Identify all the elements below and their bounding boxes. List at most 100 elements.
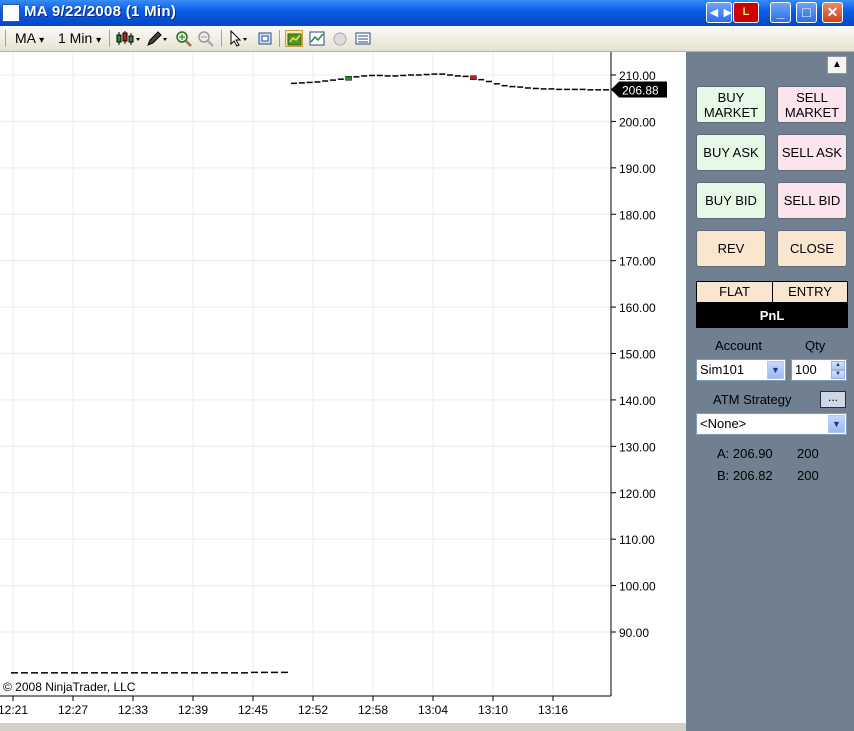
zoom-in-icon xyxy=(176,31,192,47)
up-candle xyxy=(345,75,352,81)
data-box-icon xyxy=(258,32,272,45)
chart-panel[interactable]: 210.00 200.00 190.00 180.00 170.00 160.00 150.… xyxy=(0,52,686,731)
x-tick-label: 12:27 xyxy=(58,703,88,717)
zoom-out-button[interactable] xyxy=(197,30,215,47)
chevron-down-icon: ▾ xyxy=(39,35,45,46)
bid-price: B: 206.82 xyxy=(717,468,773,483)
y-tick-label: 190.00 xyxy=(619,162,656,176)
horizontal-scrollbar xyxy=(0,723,686,731)
toolbar-separator xyxy=(221,30,222,47)
y-tick-label: 100.00 xyxy=(619,580,656,594)
x-tick-label: 13:16 xyxy=(538,703,568,717)
chevron-down-icon[interactable]: ▼ xyxy=(828,415,845,433)
y-tick-label: 120.00 xyxy=(619,487,656,501)
qty-value: 100 xyxy=(795,362,817,377)
drawing-tools-button[interactable] xyxy=(145,30,169,47)
cursor-mode-button[interactable] xyxy=(228,29,252,47)
properties-button[interactable] xyxy=(354,30,372,47)
crosshair-button[interactable] xyxy=(256,30,274,47)
indicators-button[interactable] xyxy=(308,30,326,47)
account-select[interactable]: Sim101 ▼ xyxy=(696,359,786,381)
account-label: Account xyxy=(715,338,762,353)
x-tick-label: 13:04 xyxy=(418,703,448,717)
pnl-display: PnL xyxy=(696,303,848,328)
instrument-selector[interactable]: MA ▾ xyxy=(15,29,44,48)
sell-market-button[interactable]: SELL MARKET xyxy=(777,86,847,123)
x-tick-label: 12:39 xyxy=(178,703,208,717)
toolbar-separator xyxy=(279,30,280,47)
strategy-icon xyxy=(333,32,347,46)
minimize-button[interactable]: _ xyxy=(770,2,791,23)
title-bar: MA 9/22/2008 (1 Min) ◄► L _ □ ✕ xyxy=(0,0,854,26)
close-button[interactable]: ✕ xyxy=(822,2,843,23)
spin-up-icon[interactable]: ▲ xyxy=(831,361,845,370)
link-nav-button[interactable]: ◄► xyxy=(706,2,735,23)
account-value: Sim101 xyxy=(700,362,745,377)
copyright-label: © 2008 NinjaTrader, LLC xyxy=(3,680,136,694)
y-tick-label: 110.00 xyxy=(619,533,655,547)
chart-toolbar: MA ▾ 1 Min ▾ xyxy=(0,26,854,52)
buy-ask-button[interactable]: BUY ASK xyxy=(696,134,766,171)
chart-app-icon xyxy=(2,4,20,22)
qty-label: Qty xyxy=(805,338,826,353)
y-tick-label: 160.00 xyxy=(619,301,656,315)
reverse-button[interactable]: REV xyxy=(696,230,766,267)
sell-bid-button[interactable]: SELL BID xyxy=(777,182,847,219)
properties-icon xyxy=(355,32,371,45)
y-tick-label: 90.00 xyxy=(619,626,649,640)
interval-label: 1 Min xyxy=(58,30,93,46)
y-tick-label: 140.00 xyxy=(619,394,656,408)
chart-trader-icon xyxy=(287,33,302,46)
x-tick-label: 12:52 xyxy=(298,703,328,717)
x-tick-label: 12:45 xyxy=(238,703,268,717)
x-tick-label: 12:58 xyxy=(358,703,388,717)
chevron-down-icon[interactable]: ▼ xyxy=(767,361,784,379)
strategies-button[interactable] xyxy=(331,30,349,47)
y-tick-label: 200.00 xyxy=(619,115,656,129)
atm-strategy-select[interactable]: <None> ▼ xyxy=(696,413,847,435)
link-l-button[interactable]: L xyxy=(733,2,759,23)
interval-selector[interactable]: 1 Min ▾ xyxy=(58,29,101,48)
ask-size: 200 xyxy=(797,446,819,461)
zoom-out-icon xyxy=(198,31,214,47)
instrument-label: MA xyxy=(15,30,36,46)
indicator-icon xyxy=(309,31,325,46)
spin-down-icon[interactable]: ▼ xyxy=(831,370,845,379)
x-tick-label: 12:21 xyxy=(0,703,28,717)
buy-market-button[interactable]: BUY MARKET xyxy=(696,86,766,123)
down-candle xyxy=(470,75,477,81)
atm-strategy-label: ATM Strategy xyxy=(713,392,792,407)
chart-trader-button[interactable] xyxy=(285,30,303,47)
chart-trader-panel: ▲ BUY MARKET SELL MARKET BUY ASK SELL AS… xyxy=(686,52,854,731)
window-title: MA 9/22/2008 (1 Min) xyxy=(24,3,177,20)
scroll-up-button[interactable]: ▲ xyxy=(827,56,847,74)
ask-price: A: 206.90 xyxy=(717,446,773,461)
close-position-button[interactable]: CLOSE xyxy=(777,230,847,267)
atm-strategy-value: <None> xyxy=(700,416,747,431)
y-tick-label: 180.00 xyxy=(619,208,656,222)
bid-size: 200 xyxy=(797,468,819,483)
position-row: FLAT ENTRY xyxy=(696,281,848,303)
y-tick-label: 130.00 xyxy=(619,440,656,454)
pencil-icon xyxy=(147,31,167,46)
x-tick-label: 13:10 xyxy=(478,703,508,717)
toolbar-separator xyxy=(109,30,110,47)
entry-label: ENTRY xyxy=(772,281,848,303)
candlestick-icon xyxy=(116,31,140,45)
toolbar-grip xyxy=(5,30,6,47)
pointer-icon xyxy=(230,29,247,47)
chart-style-button[interactable] xyxy=(115,30,141,47)
position-status: FLAT xyxy=(696,281,773,303)
chevron-down-icon: ▾ xyxy=(96,35,102,46)
y-tick-label: 170.00 xyxy=(619,255,656,269)
sell-ask-button[interactable]: SELL ASK xyxy=(777,134,847,171)
y-tick-label: 210.00 xyxy=(619,69,656,83)
atm-strategy-button[interactable]: ... xyxy=(820,391,846,408)
maximize-button[interactable]: □ xyxy=(796,2,817,23)
zoom-in-button[interactable] xyxy=(175,30,193,47)
quantity-stepper[interactable]: 100 ▲ ▼ xyxy=(791,359,847,381)
price-chart[interactable]: 210.00 200.00 190.00 180.00 170.00 160.00 150.… xyxy=(0,52,686,731)
buy-bid-button[interactable]: BUY BID xyxy=(696,182,766,219)
x-tick-label: 12:33 xyxy=(118,703,148,717)
y-tick-label: 150.00 xyxy=(619,348,656,362)
